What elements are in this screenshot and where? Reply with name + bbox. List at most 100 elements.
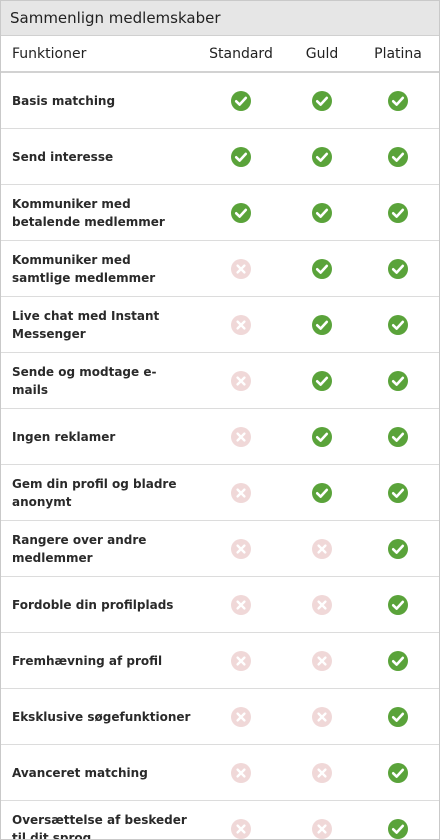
feature-label: Fremhævning af profil (12, 653, 163, 668)
table-row: Oversættelse af beskeder til dit sprog (1, 801, 439, 840)
cell-guld (285, 762, 359, 783)
table-row: Ingen reklamer (1, 409, 439, 465)
cell-standard (197, 706, 285, 727)
cross-icon (312, 706, 332, 727)
cell-platina (359, 202, 437, 223)
feature-label: Fordoble din profilplads (12, 597, 174, 612)
check-icon (312, 90, 332, 111)
cell-guld (285, 202, 359, 223)
cell-platina (359, 426, 437, 447)
cell-standard (197, 258, 285, 279)
check-icon (388, 258, 408, 279)
cross-icon (231, 314, 251, 335)
cell-platina (359, 650, 437, 671)
feature-label: Sende og modtage e-mails (12, 364, 157, 397)
feature-label: Kommuniker med betalende medlemmer (12, 196, 165, 229)
cell-standard (197, 314, 285, 335)
cell-standard (197, 818, 285, 839)
check-icon (388, 818, 408, 839)
header-standard: Standard (209, 45, 273, 62)
check-icon (388, 706, 408, 727)
cell-guld (285, 594, 359, 615)
cell-guld (285, 538, 359, 559)
feature-label: Basis matching (12, 93, 116, 108)
cell-platina (359, 594, 437, 615)
check-icon (231, 146, 251, 167)
cell-standard (197, 482, 285, 503)
cross-icon (231, 426, 251, 447)
table-row: Send interesse (1, 129, 439, 185)
cell-standard (197, 762, 285, 783)
cross-icon (231, 482, 251, 503)
cross-icon (231, 706, 251, 727)
cross-icon (312, 762, 332, 783)
feature-label: Gem din profil og bladre anonymt (12, 476, 177, 509)
check-icon (312, 370, 332, 391)
cross-icon (231, 258, 251, 279)
cell-standard (197, 370, 285, 391)
cell-standard (197, 426, 285, 447)
cross-icon (231, 818, 251, 839)
cell-guld (285, 426, 359, 447)
cell-standard (197, 90, 285, 111)
check-icon (388, 314, 408, 335)
feature-label: Oversættelse af beskeder til dit sprog (12, 812, 187, 840)
cross-icon (231, 650, 251, 671)
cell-platina (359, 90, 437, 111)
cross-icon (312, 594, 332, 615)
header-guld: Guld (305, 45, 339, 62)
check-icon (388, 146, 408, 167)
cell-guld (285, 314, 359, 335)
cross-icon (231, 762, 251, 783)
table-row: Gem din profil og bladre anonymt (1, 465, 439, 521)
cell-guld (285, 90, 359, 111)
feature-label: Avanceret matching (12, 765, 148, 780)
cell-guld (285, 258, 359, 279)
cell-standard (197, 146, 285, 167)
cell-guld (285, 818, 359, 839)
check-icon (312, 258, 332, 279)
check-icon (388, 594, 408, 615)
check-icon (312, 314, 332, 335)
cell-platina (359, 706, 437, 727)
check-icon (388, 90, 408, 111)
cell-platina (359, 482, 437, 503)
cross-icon (312, 818, 332, 839)
check-icon (388, 538, 408, 559)
cell-platina (359, 258, 437, 279)
table-row: Eksklusive søgefunktioner (1, 689, 439, 745)
check-icon (388, 650, 408, 671)
panel-title: Sammenlign medlemskaber (1, 1, 439, 36)
cell-platina (359, 314, 437, 335)
cell-guld (285, 482, 359, 503)
check-icon (388, 762, 408, 783)
feature-label: Live chat med Instant Messenger (12, 308, 160, 341)
cross-icon (312, 650, 332, 671)
cell-platina (359, 818, 437, 839)
feature-label: Kommuniker med samtlige medlemmer (12, 252, 156, 285)
cell-guld (285, 146, 359, 167)
cell-guld (285, 650, 359, 671)
table-row: Rangere over andre medlemmer (1, 521, 439, 577)
table-row: Basis matching (1, 73, 439, 129)
check-icon (231, 202, 251, 223)
check-icon (388, 426, 408, 447)
cell-standard (197, 202, 285, 223)
table-row: Kommuniker med samtlige medlemmer (1, 241, 439, 297)
table-row: Fordoble din profilplads (1, 577, 439, 633)
table-row: Sende og modtage e-mails (1, 353, 439, 409)
header-platina: Platina (374, 45, 422, 62)
cell-standard (197, 594, 285, 615)
check-icon (312, 146, 332, 167)
feature-label: Ingen reklamer (12, 429, 116, 444)
check-icon (388, 202, 408, 223)
cell-platina (359, 538, 437, 559)
table-header: Funktioner Standard Guld Platina (1, 36, 439, 73)
table-row: Fremhævning af profil (1, 633, 439, 689)
header-features: Funktioner (12, 45, 87, 62)
cell-standard (197, 650, 285, 671)
cell-platina (359, 146, 437, 167)
cell-platina (359, 370, 437, 391)
check-icon (312, 426, 332, 447)
cell-platina (359, 762, 437, 783)
